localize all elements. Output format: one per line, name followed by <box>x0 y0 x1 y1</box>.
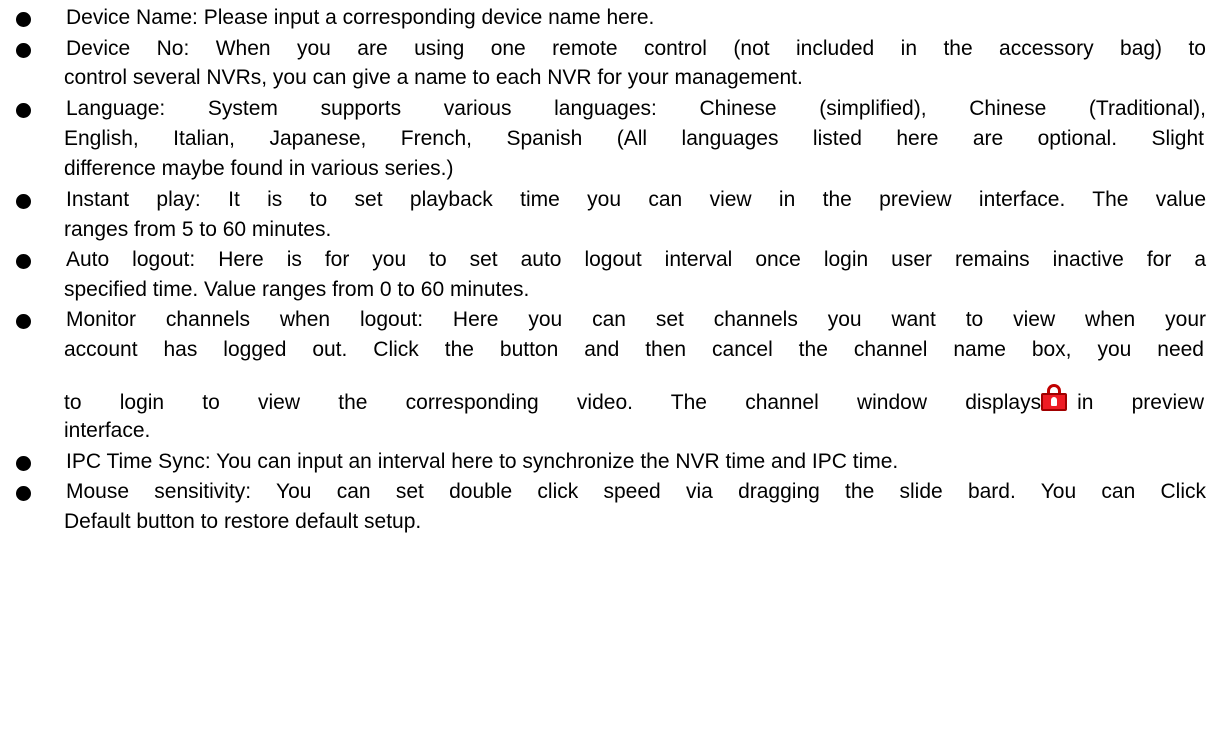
item-line: ranges from 5 to 60 minutes. <box>64 218 332 241</box>
bullet-icon <box>16 12 31 27</box>
bullet-icon <box>16 43 31 58</box>
bullet-icon <box>16 194 31 209</box>
item-line: English, Italian, Japanese, French, Span… <box>64 127 1204 150</box>
bullet-icon <box>16 456 31 471</box>
document-page: Device Name: Please input a correspondin… <box>0 0 1213 742</box>
item-line-text: in preview <box>1077 391 1204 414</box>
item-line-text: to login to view the corresponding video… <box>64 391 1042 414</box>
item-line: IPC Time Sync: You can input an interval… <box>66 450 899 473</box>
item-line: Language: System supports various langua… <box>66 97 1206 120</box>
item-line: Default button to restore default setup. <box>64 510 422 533</box>
bullet-icon <box>16 486 31 501</box>
bullet-icon <box>16 254 31 269</box>
item-line: Auto logout: Here is for you to set auto… <box>66 248 1206 271</box>
lock-icon <box>1041 384 1068 411</box>
item-line: specified time. Value ranges from 0 to 6… <box>64 278 530 301</box>
item-line: Mouse sensitivity: You can set double cl… <box>66 480 1206 503</box>
item-line: Device No: When you are using one remote… <box>66 37 1206 60</box>
item-line: Instant play: It is to set playback time… <box>66 188 1206 211</box>
item-line: Device Name: Please input a correspondin… <box>66 6 655 29</box>
item-line: account has logged out. Click the button… <box>64 338 1204 361</box>
item-line-with-icon: to login to view the corresponding video… <box>64 384 1204 415</box>
item-line: Monitor channels when logout: Here you c… <box>66 308 1206 331</box>
item-line: control several NVRs, you can give a nam… <box>64 66 803 89</box>
item-line: difference maybe found in various series… <box>64 157 454 180</box>
item-line: interface. <box>64 419 151 442</box>
bullet-icon <box>16 314 31 329</box>
bullet-icon <box>16 103 31 118</box>
